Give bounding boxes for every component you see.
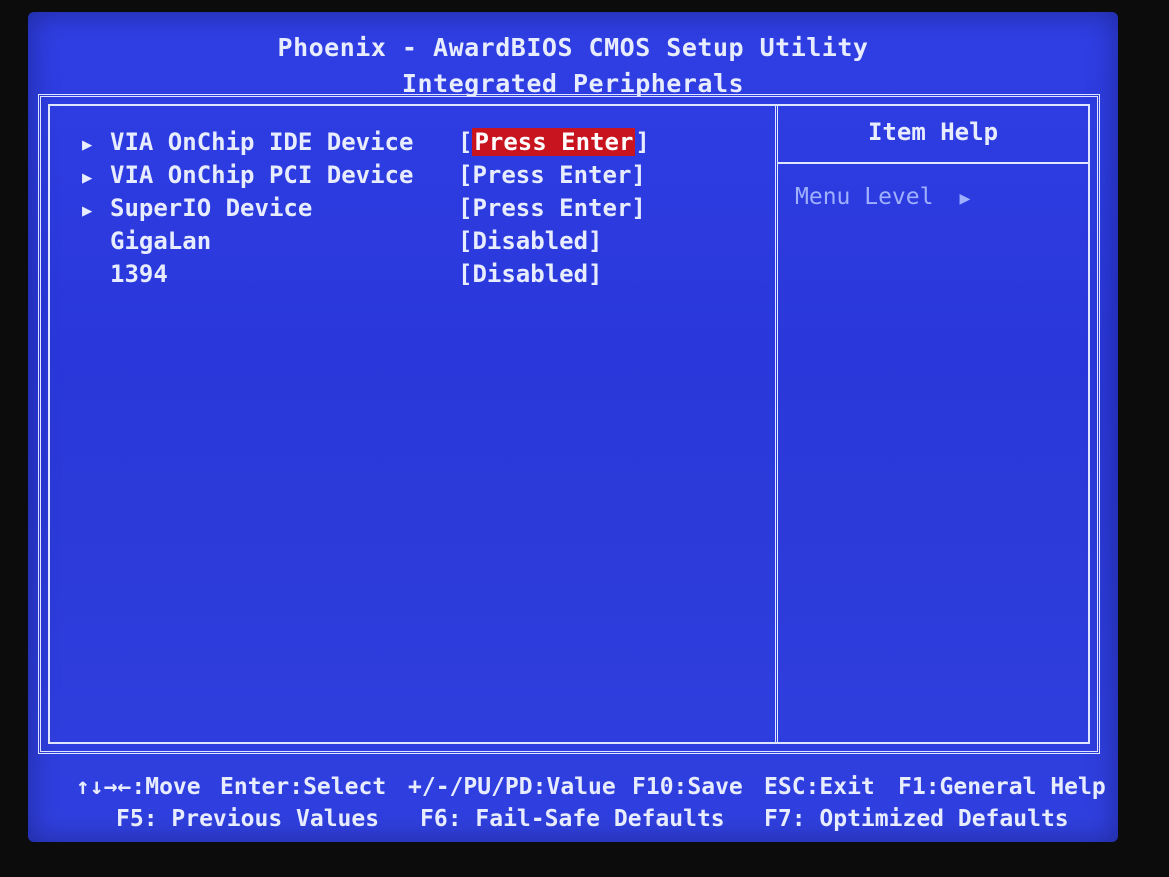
key-hint-optimized: F7: Optimized Defaults: [764, 806, 1069, 832]
item-help-title: Item Help: [867, 118, 999, 146]
menu-item-superio-device[interactable]: ▶ SuperIO Device [Press Enter]: [82, 192, 646, 224]
menu-item-value[interactable]: [Press Enter]: [458, 126, 650, 158]
menu-level: Menu Level ▶: [795, 184, 970, 210]
menu-item-value[interactable]: [Press Enter]: [458, 192, 646, 224]
menu-item-1394[interactable]: 1394 [Disabled]: [82, 258, 603, 290]
key-hint-general-help: F1:General Help: [898, 774, 1106, 800]
key-hint-fail-safe: F6: Fail-Safe Defaults: [420, 806, 725, 832]
value-text: Press Enter: [472, 194, 632, 222]
main-frame: ▶ VIA OnChip IDE Device [Press Enter] ▶ VI…: [38, 94, 1100, 754]
selected-value-highlight[interactable]: Press Enter: [472, 128, 636, 156]
menu-item-value[interactable]: [Disabled]: [458, 225, 603, 257]
value-text: Press Enter: [472, 161, 632, 189]
key-hint-move: ↑↓→←:Move: [76, 774, 201, 800]
menu-item-label: VIA OnChip IDE Device: [110, 128, 414, 156]
value-text: Disabled: [472, 227, 589, 255]
page-title: Phoenix - AwardBIOS CMOS Setup Utility: [277, 33, 869, 62]
panel-divider: [775, 106, 778, 742]
value-text: Disabled: [472, 260, 589, 288]
key-hint-select: Enter:Select: [220, 774, 387, 800]
key-hint-exit: ESC:Exit: [764, 774, 875, 800]
menu-item-value[interactable]: [Disabled]: [458, 258, 603, 290]
key-hint-value: +/-/PU/PD:Value: [408, 774, 616, 800]
help-separator: [778, 162, 1088, 164]
menu-item-via-onchip-pci[interactable]: ▶ VIA OnChip PCI Device [Press Enter]: [82, 159, 646, 191]
menu-item-via-onchip-ide[interactable]: ▶ VIA OnChip IDE Device [Press Enter]: [82, 126, 650, 158]
menu-item-label: 1394: [110, 260, 168, 288]
header: Phoenix - AwardBIOS CMOS Setup Utility I…: [28, 30, 1118, 102]
menu-item-label: GigaLan: [110, 227, 212, 255]
menu-level-label: Menu Level: [795, 184, 934, 210]
menu-item-label: SuperIO Device: [110, 194, 313, 222]
submenu-pointer-icon: ▶: [82, 168, 93, 188]
menu-item-value[interactable]: [Press Enter]: [458, 159, 646, 191]
submenu-pointer-icon: ▶: [82, 135, 93, 155]
right-triangle-icon: ▶: [959, 188, 971, 209]
menu-item-gigalan[interactable]: GigaLan [Disabled]: [82, 225, 603, 257]
key-hint-save: F10:Save: [632, 774, 743, 800]
submenu-pointer-icon: ▶: [82, 201, 93, 221]
key-hint-previous-values: F5: Previous Values: [116, 806, 380, 832]
main-frame-inner: ▶ VIA OnChip IDE Device [Press Enter] ▶ VI…: [48, 104, 1090, 744]
menu-item-label: VIA OnChip PCI Device: [110, 161, 414, 189]
bios-screen: Phoenix - AwardBIOS CMOS Setup Utility I…: [28, 12, 1118, 842]
